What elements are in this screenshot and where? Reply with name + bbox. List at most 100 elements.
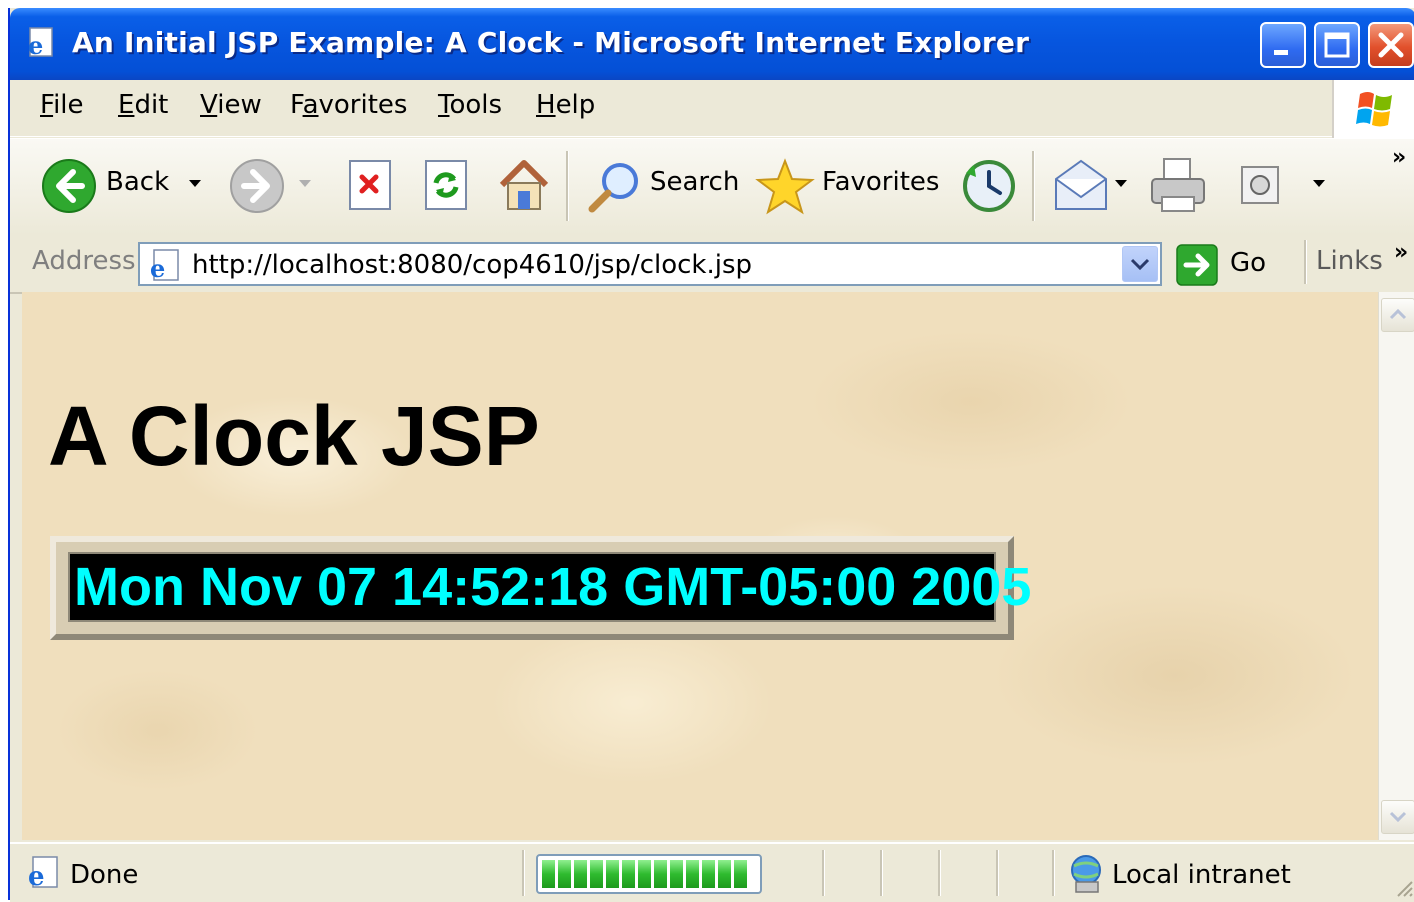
maximize-icon — [1324, 32, 1350, 58]
address-dropdown-button[interactable] — [1122, 246, 1158, 282]
menu-edit-rest: dit — [134, 90, 169, 120]
links-overflow-chevron[interactable]: » — [1394, 240, 1408, 265]
progress-segment — [702, 860, 715, 888]
menu-file-rest: ile — [53, 90, 84, 120]
print-button[interactable] — [1146, 155, 1210, 217]
scroll-down-button[interactable] — [1381, 800, 1414, 834]
status-divider — [880, 850, 883, 896]
clock-table-frame: Mon Nov 07 14:52:18 GMT-05:00 2005 — [50, 536, 1031, 640]
menu-view-mnemonic: V — [200, 90, 218, 120]
forward-button[interactable] — [224, 155, 314, 215]
refresh-icon — [425, 160, 467, 210]
progress-segment — [734, 860, 747, 888]
menu-view-rest: iew — [217, 90, 262, 120]
clock-date-text: Mon Nov 07 14:52:18 GMT-05:00 2005 — [74, 557, 1032, 617]
status-bar: e Done Local intranet — [10, 842, 1414, 902]
mail-dropdown-icon[interactable] — [1114, 179, 1128, 189]
progress-segment — [590, 860, 603, 888]
menu-favorites[interactable]: Favorites — [290, 90, 407, 120]
search-icon — [588, 163, 638, 213]
windows-logo — [1332, 80, 1414, 138]
address-label: Address — [32, 246, 136, 276]
menu-edit[interactable]: Edit — [118, 90, 168, 120]
toolbar-overflow-chevron[interactable]: » — [1392, 145, 1406, 170]
vertical-scrollbar[interactable] — [1378, 292, 1414, 840]
standard-toolbar: Back Search Favorites » — [10, 138, 1414, 236]
favorites-button[interactable]: Favorites — [754, 155, 944, 215]
menu-bar: File Edit View Favorites Tools Help — [10, 80, 1414, 137]
clock-cell: Mon Nov 07 14:52:18 GMT-05:00 2005 — [68, 552, 1031, 622]
progress-segment — [558, 860, 571, 888]
back-dropdown-icon[interactable] — [188, 179, 202, 189]
close-button[interactable] — [1368, 22, 1414, 68]
menu-help[interactable]: Help — [536, 90, 595, 120]
progress-segment — [606, 860, 619, 888]
printer-icon — [1151, 158, 1205, 212]
address-bar: Address e http://localhost:8080/cop4610/… — [10, 234, 1414, 294]
status-text: Done — [70, 860, 139, 890]
progress-segment — [718, 860, 731, 888]
maximize-button[interactable] — [1314, 22, 1360, 68]
progress-segment — [542, 860, 555, 888]
links-label[interactable]: Links — [1316, 246, 1383, 276]
page-heading: A Clock JSP — [48, 389, 540, 483]
forward-dropdown-icon[interactable] — [298, 179, 312, 189]
back-arrow-icon — [42, 159, 96, 213]
search-button[interactable]: Search — [582, 155, 742, 215]
address-separator — [1304, 240, 1307, 284]
menu-tools[interactable]: Tools — [438, 90, 502, 120]
refresh-button[interactable] — [420, 157, 476, 213]
progress-segment — [574, 860, 587, 888]
menu-tools-mnemonic: T — [438, 90, 450, 120]
minimize-icon — [1274, 50, 1288, 55]
go-button[interactable]: Go — [1174, 242, 1284, 286]
ie-page-icon: e — [28, 27, 53, 60]
stop-icon — [349, 160, 391, 210]
back-button[interactable]: Back — [34, 155, 214, 215]
title-bar[interactable]: e An Initial JSP Example: A Clock - Micr… — [10, 8, 1414, 80]
stop-button[interactable] — [344, 157, 400, 213]
menu-tools-rest: ools — [449, 90, 503, 120]
menu-file[interactable]: File — [40, 90, 84, 120]
progress-segment — [670, 860, 683, 888]
home-icon — [499, 160, 549, 210]
scroll-up-button[interactable] — [1381, 298, 1414, 332]
progress-segment — [654, 860, 667, 888]
go-label: Go — [1230, 248, 1267, 278]
menu-view[interactable]: View — [200, 90, 262, 120]
home-button[interactable] — [494, 155, 554, 215]
mail-button[interactable] — [1050, 155, 1130, 217]
go-arrow-icon — [1176, 244, 1218, 286]
menu-favorites-mnemonic: a — [302, 90, 319, 120]
address-input[interactable]: e http://localhost:8080/cop4610/jsp/cloc… — [138, 242, 1162, 286]
minimize-button[interactable] — [1260, 22, 1306, 68]
back-label: Back — [106, 167, 170, 197]
status-divider — [1052, 850, 1055, 896]
status-divider — [996, 850, 999, 896]
history-icon — [963, 160, 1015, 212]
svg-text:e: e — [150, 254, 165, 282]
page-done-icon: e — [28, 856, 58, 892]
window-title: An Initial JSP Example: A Clock - Micros… — [72, 26, 1030, 59]
history-button[interactable] — [958, 155, 1020, 217]
chevron-down-icon — [1130, 258, 1150, 271]
menu-help-mnemonic: H — [536, 90, 556, 120]
chevron-down-icon — [1389, 811, 1407, 823]
address-url: http://localhost:8080/cop4610/jsp/clock.… — [192, 250, 753, 280]
discuss-dropdown-icon[interactable] — [1312, 179, 1326, 189]
local-intranet-icon — [1071, 855, 1101, 893]
svg-text:e: e — [28, 31, 43, 60]
status-divider — [938, 850, 941, 896]
page-icon: e — [150, 249, 179, 282]
toolbar-separator — [1032, 151, 1035, 221]
discuss-button[interactable] — [1238, 163, 1338, 211]
favorites-star-icon — [755, 158, 815, 215]
close-icon — [1378, 32, 1404, 58]
security-zone-text: Local intranet — [1112, 860, 1291, 890]
resize-grip-icon[interactable] — [1394, 878, 1414, 898]
page-content: A Clock JSP Mon Nov 07 14:52:18 GMT-05:0… — [22, 292, 1378, 840]
discuss-icon — [1241, 166, 1279, 204]
forward-arrow-icon — [230, 159, 284, 213]
status-divider — [522, 850, 525, 896]
favorites-label: Favorites — [822, 167, 940, 197]
